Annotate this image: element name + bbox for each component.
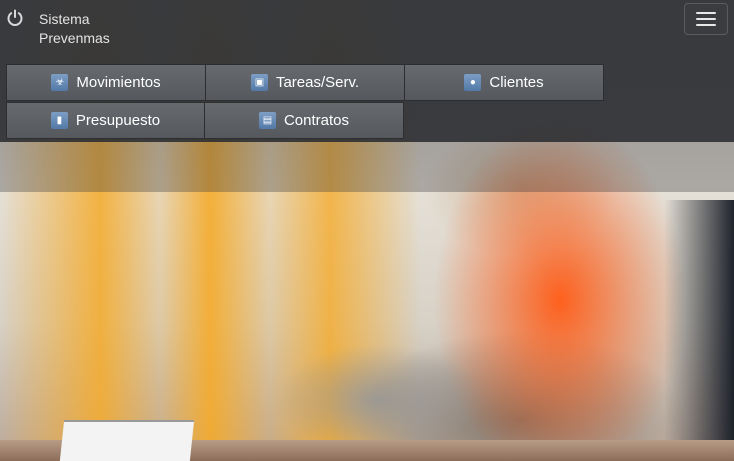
nav-button-movimientos[interactable]: ☣ Movimientos — [6, 64, 206, 101]
clipboard-icon: ▮ — [50, 112, 68, 129]
photo-detail — [230, 280, 530, 461]
menu-toggle-button[interactable] — [684, 3, 728, 35]
nav-label: Presupuesto — [75, 112, 161, 129]
document-icon: ▤ — [258, 112, 276, 129]
nav-button-clientes[interactable]: ● Clientes — [404, 64, 604, 101]
hamburger-icon — [696, 18, 716, 20]
nav-label: Movimientos — [76, 74, 161, 91]
user-icon: ● — [464, 74, 482, 91]
nav-label: Clientes — [489, 74, 544, 91]
power-icon[interactable] — [6, 9, 24, 27]
movimientos-icon: ☣ — [51, 74, 69, 91]
nav-label: Contratos — [283, 112, 350, 129]
photo-detail — [664, 200, 734, 461]
app-title-line1: Sistema — [39, 11, 90, 27]
photo-detail — [59, 420, 195, 461]
app-title[interactable]: Sistema Prevenmas — [39, 10, 110, 48]
nav-button-tareas[interactable]: ▣ Tareas/Serv. — [205, 64, 405, 101]
hamburger-icon — [696, 12, 716, 14]
nav-button-contratos[interactable]: ▤ Contratos — [204, 102, 404, 139]
app-title-line2: Prevenmas — [39, 30, 110, 46]
navbar-overlay — [0, 142, 734, 192]
hamburger-icon — [696, 24, 716, 26]
box-icon: ▣ — [250, 74, 268, 91]
nav-label: Tareas/Serv. — [275, 74, 360, 91]
nav-button-presupuesto[interactable]: ▮ Presupuesto — [6, 102, 205, 139]
